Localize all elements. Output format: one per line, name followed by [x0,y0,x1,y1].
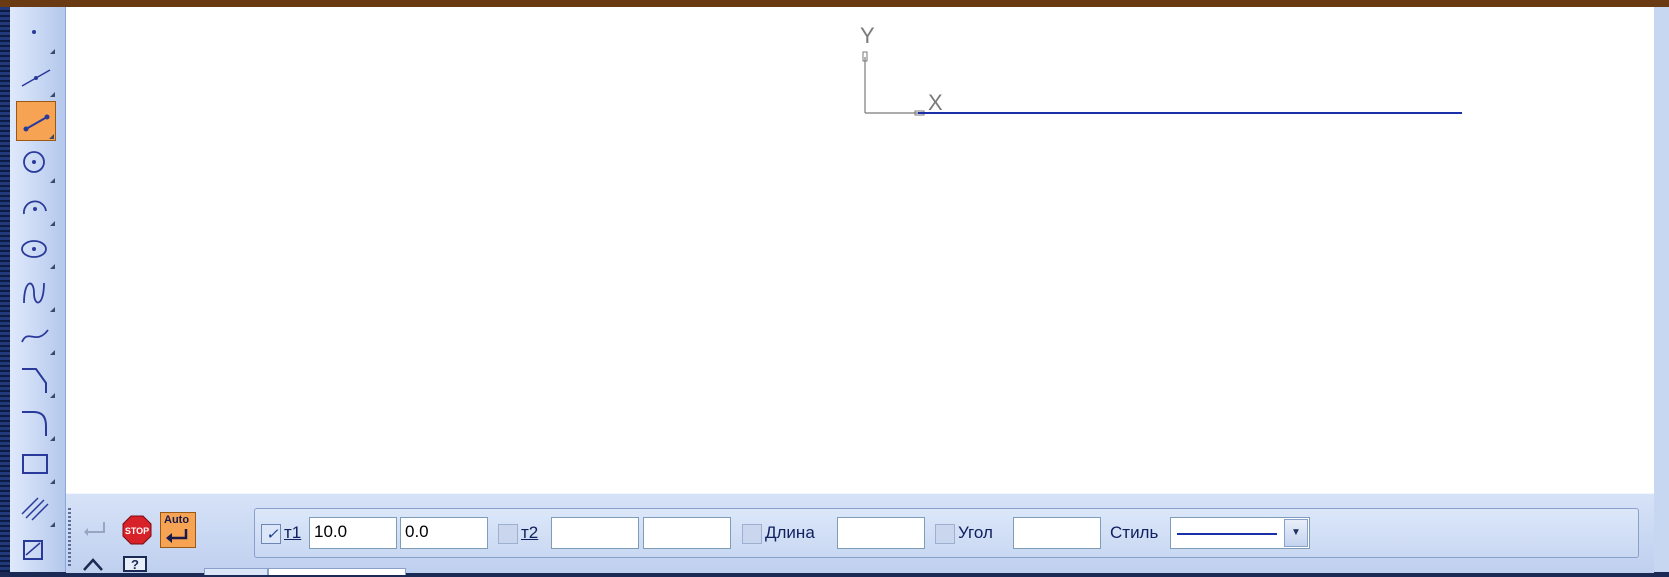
axis-y-label: Y [860,23,875,48]
arc-tool-button[interactable] [16,187,56,227]
length-label: Длина [765,523,815,542]
equidistant-tool-button[interactable] [16,531,56,571]
hatch-tool-button[interactable] [16,488,56,528]
help-button[interactable]: ? [123,556,147,572]
window-left-border [0,7,10,572]
length-input[interactable] [837,517,925,549]
t1-y-input[interactable]: 0.0 [400,517,488,549]
canvas-drawing: Y X [860,23,1462,116]
t2-lock-checkbox[interactable] [498,524,518,544]
stop-label: STOP [125,526,149,536]
panel-grip[interactable] [68,508,71,568]
t2-x-input[interactable] [551,517,639,549]
chamfer-tool-button[interactable] [16,359,56,399]
chevron-down-icon[interactable]: ▼ [1284,519,1308,547]
equidistant-icon [23,540,43,560]
drawing-canvas[interactable]: Y X [66,7,1654,493]
line-style-select[interactable]: ▼ [1170,517,1310,549]
auxiliary-line-tool-button[interactable] [16,58,56,98]
t1-label: т1 [284,523,302,542]
fillet-tool-button[interactable] [16,402,56,442]
stop-icon: STOP [122,515,152,545]
property-bar: STOP Auto ? ✓ т1 10.0 0.0 т2 Длина Угол … [66,493,1654,575]
enter-object-button[interactable] [80,514,112,546]
stop-button[interactable]: STOP [121,514,153,546]
style-label: Стиль [1110,523,1159,542]
window-right-border [1654,7,1669,572]
auto-create-button[interactable]: Auto [160,512,196,548]
angle-input[interactable] [1013,517,1101,549]
rectangle-tool-button[interactable] [16,445,56,485]
t1-lock-checkbox[interactable]: ✓ [261,524,281,544]
parameters-panel: ✓ т1 10.0 0.0 т2 Длина Угол Стиль ▼ [254,508,1639,558]
parameters-icon[interactable] [82,556,104,572]
bezier-tool-button[interactable] [16,316,56,356]
t2-label: т2 [521,523,539,542]
ellipse-tool-button[interactable] [16,230,56,270]
enter-arrow-icon [84,522,105,536]
length-lock-checkbox[interactable] [742,524,762,544]
window-top-border [0,0,1669,7]
angle-label: Угол [958,523,993,542]
t2-y-input[interactable] [643,517,731,549]
point-tool-button[interactable] [16,15,56,55]
geometry-toolbar [10,7,66,572]
segment-tool-button[interactable] [16,101,56,141]
t1-x-input[interactable]: 10.0 [309,517,397,549]
angle-lock-checkbox[interactable] [935,524,955,544]
coordinate-system-origin: Y X [860,23,943,116]
circle-tool-button[interactable] [16,144,56,184]
nurbs-tool-button[interactable] [16,273,56,313]
axis-x-label: X [928,90,943,115]
line-style-preview [1177,533,1277,535]
auto-enter-icon [166,529,188,543]
